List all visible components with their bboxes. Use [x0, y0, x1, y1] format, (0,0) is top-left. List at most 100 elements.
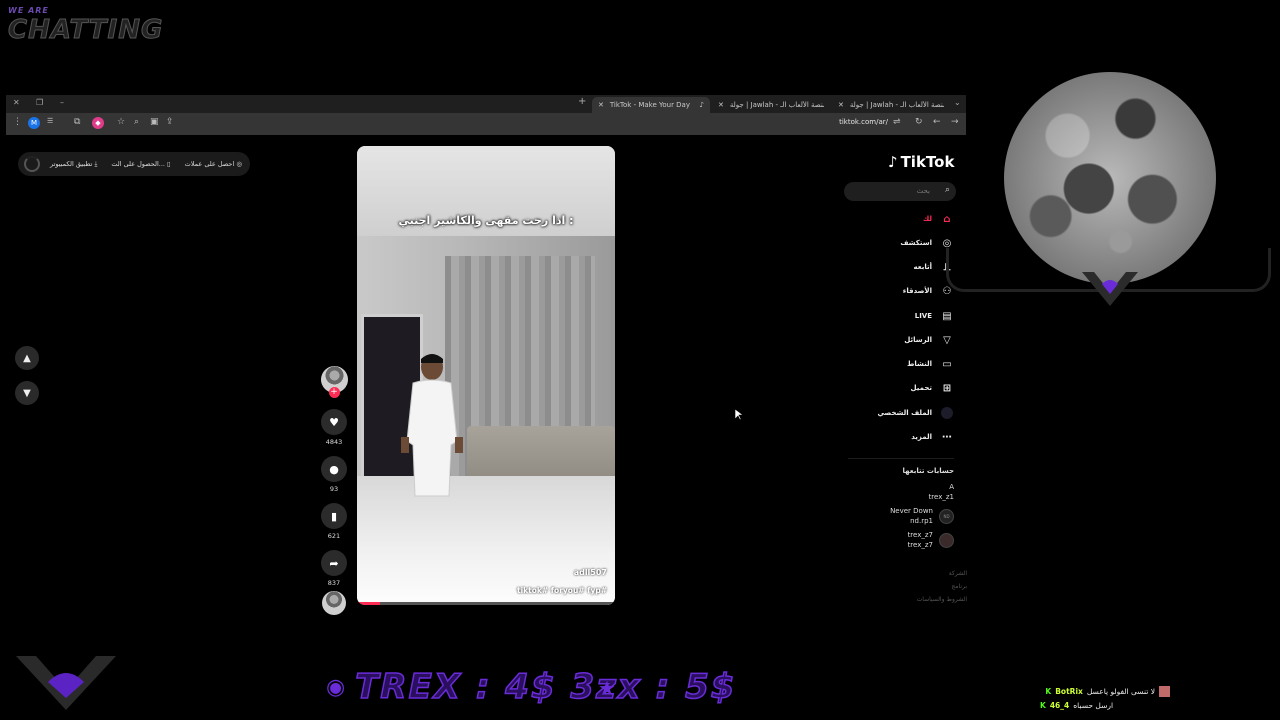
comment-icon: ● — [329, 462, 339, 476]
account-avatar: ND — [939, 508, 954, 524]
site-settings-icon[interactable]: ⇌ — [893, 117, 901, 127]
minimize-window-icon[interactable]: – — [60, 98, 64, 107]
video-username[interactable]: adll507 — [574, 568, 607, 577]
tiktok-logo[interactable]: ♪ TikTok — [888, 153, 954, 171]
bookmark-icon: ▮ — [330, 509, 338, 523]
restore-window-icon[interactable]: ❐ — [36, 98, 43, 107]
get-app-button[interactable]: الحصول على الت... ▯ — [111, 160, 170, 168]
desktop-app-button[interactable]: تطبيق الكمبيوتر ⤓ — [50, 160, 97, 169]
kick-icon: K — [1040, 701, 1046, 710]
get-coins-button[interactable]: احصل على عملات ◎ — [185, 160, 242, 168]
install-app-icon[interactable]: ▣ — [150, 117, 159, 127]
nav-explore[interactable]: استكشف ◎ — [814, 232, 954, 254]
new-tab-icon[interactable]: + — [578, 96, 586, 107]
tiktok-logo-text: TikTok — [900, 153, 955, 171]
nav-activity[interactable]: النشاط ▭ — [814, 353, 954, 375]
video-caption: اذا رحت مقهى والكاشير اجنبي : — [398, 214, 574, 227]
nav-messages[interactable]: الرسائل ▽ — [814, 329, 954, 351]
video-scene-person — [401, 354, 463, 497]
extension-pink-icon[interactable]: ◆ — [92, 117, 104, 129]
profile-icon — [940, 406, 954, 420]
comment-button[interactable]: ● — [321, 456, 347, 482]
w-emblem-icon — [1082, 272, 1138, 306]
bookmark-star-icon[interactable]: ☆ — [117, 117, 125, 127]
video-player[interactable]: اذا رحت مقهى والكاشير اجنبي : adll507 ti… — [357, 146, 615, 605]
video-progress-fill — [357, 602, 381, 605]
nav-friends[interactable]: الأصدقاء ⚇ — [814, 280, 954, 302]
creator-avatar[interactable]: + — [320, 366, 348, 398]
like-button[interactable]: ♥ — [321, 409, 347, 435]
tab-search-icon[interactable]: ⌄ — [954, 98, 961, 107]
nav-profile[interactable]: الملف الشخصي — [814, 402, 954, 424]
nav-label: استكشف — [900, 239, 932, 247]
footer-program-link[interactable]: برنامج — [887, 583, 967, 590]
search-input[interactable]: بحث ⌕ — [844, 182, 956, 201]
activity-icon: ▭ — [942, 358, 952, 370]
live-icon: ▤ — [942, 310, 952, 322]
tab-close-icon[interactable]: ✕ — [838, 101, 844, 109]
video-hashtags[interactable]: tiktok# foryou# fyp# — [517, 586, 607, 595]
chat-text: لا تنسى الفولو ياعسل — [1086, 687, 1155, 696]
tab-jawlah-2[interactable]: ✕ جولة | Jawlah - منصة الألعاب الـ — [832, 97, 950, 113]
following-account-1[interactable]: A trex_z1 — [844, 482, 954, 502]
account-handle: trex_z7 — [907, 541, 933, 549]
follow-plus-icon[interactable]: + — [328, 387, 340, 398]
reload-icon[interactable]: ↻ — [915, 117, 923, 127]
nav-live[interactable]: LIVE ▤ — [814, 305, 954, 327]
loading-spinner-icon — [24, 156, 40, 172]
save-button[interactable]: ▮ — [321, 503, 347, 529]
nav-label: الأصدقاء — [902, 287, 932, 295]
following-account-2[interactable]: Never Down nd.rp1 ND — [844, 506, 954, 526]
messages-icon: ▽ — [943, 334, 951, 346]
brand-small-text: WE ARE — [8, 6, 49, 15]
nav-upload[interactable]: تحميل ⊞ — [814, 377, 954, 399]
close-window-icon[interactable]: ✕ — [13, 98, 20, 107]
next-video-button[interactable]: ▼ — [15, 381, 39, 405]
footer-terms-link[interactable]: الشروط والسياسات — [887, 596, 967, 603]
footer-company-link[interactable]: الشركة — [887, 570, 967, 577]
search-placeholder: بحث — [916, 187, 930, 195]
share-icon[interactable]: ⇪ — [166, 117, 174, 127]
nav-label: لك — [922, 215, 932, 223]
search-icon[interactable]: ⌕ — [945, 185, 950, 195]
desktop-app-label: تطبيق الكمبيوتر — [50, 159, 93, 168]
chat-message: K BotRix لا تنسى الفولو ياعسل — [1030, 686, 1170, 697]
nav-more[interactable]: المزيد ⋯ — [814, 426, 954, 448]
forward-icon[interactable]: ← — [933, 117, 941, 127]
following-account-3[interactable]: trex_z7 trex_z7 — [844, 530, 954, 550]
chat-overlay: K BotRix لا تنسى الفولو ياعسل K 46_4 ارس… — [1030, 686, 1170, 710]
nav-for-you[interactable]: لك ⌂ — [814, 208, 954, 230]
back-icon[interactable]: → — [951, 117, 959, 127]
share-button[interactable]: ➦ — [321, 550, 347, 576]
tab-jawlah-1[interactable]: ✕ جولة | Jawlah - منصة الألعاب الـ — [712, 97, 830, 113]
upload-icon: ⊞ — [942, 382, 952, 394]
tab-close-icon[interactable]: ✕ — [598, 101, 604, 109]
video-progress-bar[interactable] — [357, 602, 615, 605]
nav-following[interactable]: أتابعه ⎍ — [814, 256, 954, 278]
following-accounts-title: حسابات تتابعها — [902, 467, 954, 475]
w-logo-icon — [16, 656, 116, 710]
sidebar-footer: الشركة برنامج الشروط والسياسات — [887, 570, 967, 603]
extension-icon[interactable]: ☰ — [47, 117, 53, 125]
tiktok-favicon-icon: ♪ — [699, 101, 704, 109]
chat-user: BotRix — [1055, 687, 1083, 696]
zoom-icon[interactable]: ⌕ — [134, 117, 139, 127]
nav-label: الملف الشخصي — [877, 409, 932, 417]
profile-m-icon[interactable]: M — [28, 117, 40, 129]
tab-tiktok[interactable]: ✕ TikTok - Make Your Day ♪ — [592, 97, 710, 113]
top-actions-bar: تطبيق الكمبيوتر ⤓ الحصول على الت... ▯ اح… — [18, 152, 250, 176]
tab-close-icon[interactable]: ✕ — [718, 101, 724, 109]
previous-video-button[interactable]: ▲ — [15, 346, 39, 370]
tab-bar: ✕ ❐ – + ✕ TikTok - Make Your Day ♪ ✕ جول… — [6, 95, 966, 113]
nav-label: المزيد — [911, 433, 932, 441]
donation-ticker: ◉ TREX : 4$ 3zx : 5$ — [326, 664, 736, 710]
menu-kebab-icon[interactable]: ⋮ — [13, 117, 22, 127]
emote-icon — [1159, 686, 1170, 697]
url-text[interactable]: tiktok.com/ar/ — [839, 118, 888, 126]
extensions-puzzle-icon[interactable]: ⧉ — [74, 117, 80, 127]
nav-label: LIVE — [914, 312, 932, 320]
like-count: 4843 — [325, 438, 343, 446]
music-disc-avatar[interactable] — [322, 591, 346, 615]
nav-label: أتابعه — [913, 263, 932, 271]
brand-big-text: CHATTING — [7, 15, 164, 46]
